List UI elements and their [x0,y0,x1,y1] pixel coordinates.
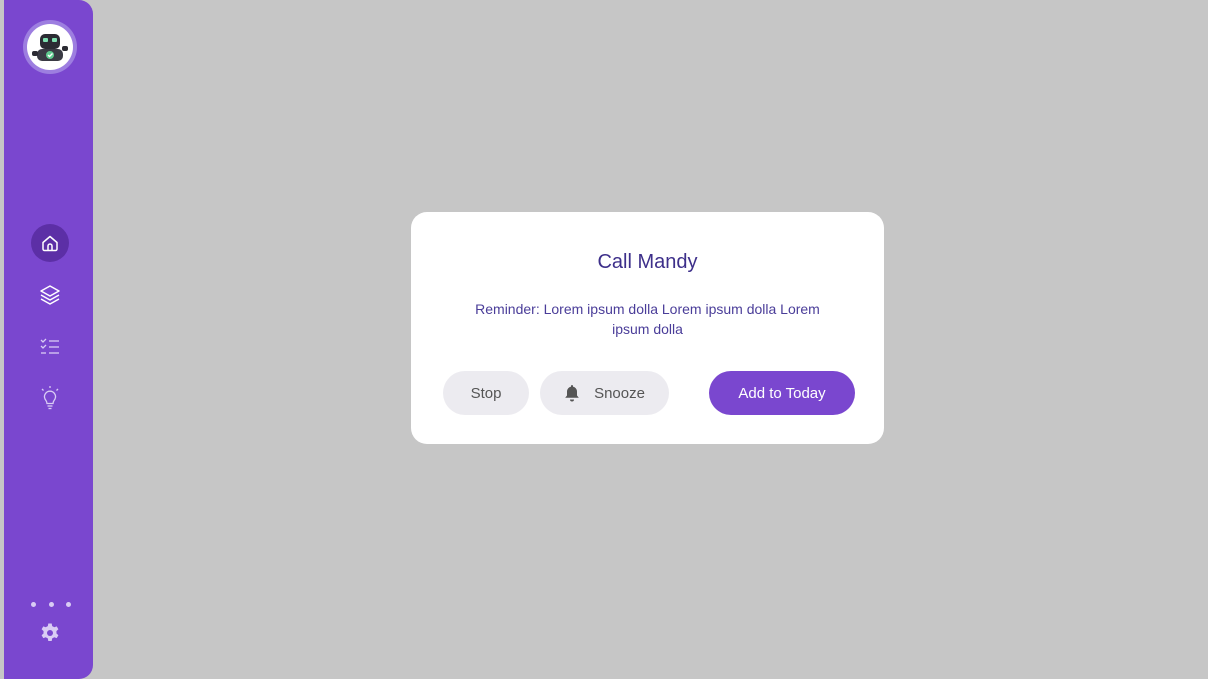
robot-avatar-icon [27,24,73,70]
sidebar [4,0,93,679]
nav-tasks[interactable] [31,327,69,365]
layers-icon [38,283,62,307]
add-to-today-label: Add to Today [738,384,826,402]
more-button[interactable] [31,596,71,612]
nav-ideas[interactable] [31,380,69,418]
lightbulb-icon [38,385,62,413]
stop-button[interactable]: Stop [443,371,529,415]
settings-button[interactable] [39,622,61,649]
stop-button-label: Stop [470,384,502,402]
home-icon [40,233,60,253]
gear-icon [39,622,61,649]
nav-layers[interactable] [31,276,69,314]
more-dots-icon [31,601,36,607]
nav-home[interactable] [31,224,69,262]
dialog-message: Reminder: Lorem ipsum dolla Lorem ipsum … [475,301,820,337]
snooze-button-label: Snooze [594,384,645,402]
reminder-dialog: Call Mandy Reminder: Lorem ipsum dolla L… [411,212,884,444]
add-to-today-button[interactable]: Add to Today [709,371,855,415]
avatar[interactable] [23,20,77,74]
checklist-icon [38,334,62,358]
bell-icon [564,384,580,402]
dialog-title: Call Mandy [597,251,698,273]
snooze-button[interactable]: Snooze [540,371,669,415]
